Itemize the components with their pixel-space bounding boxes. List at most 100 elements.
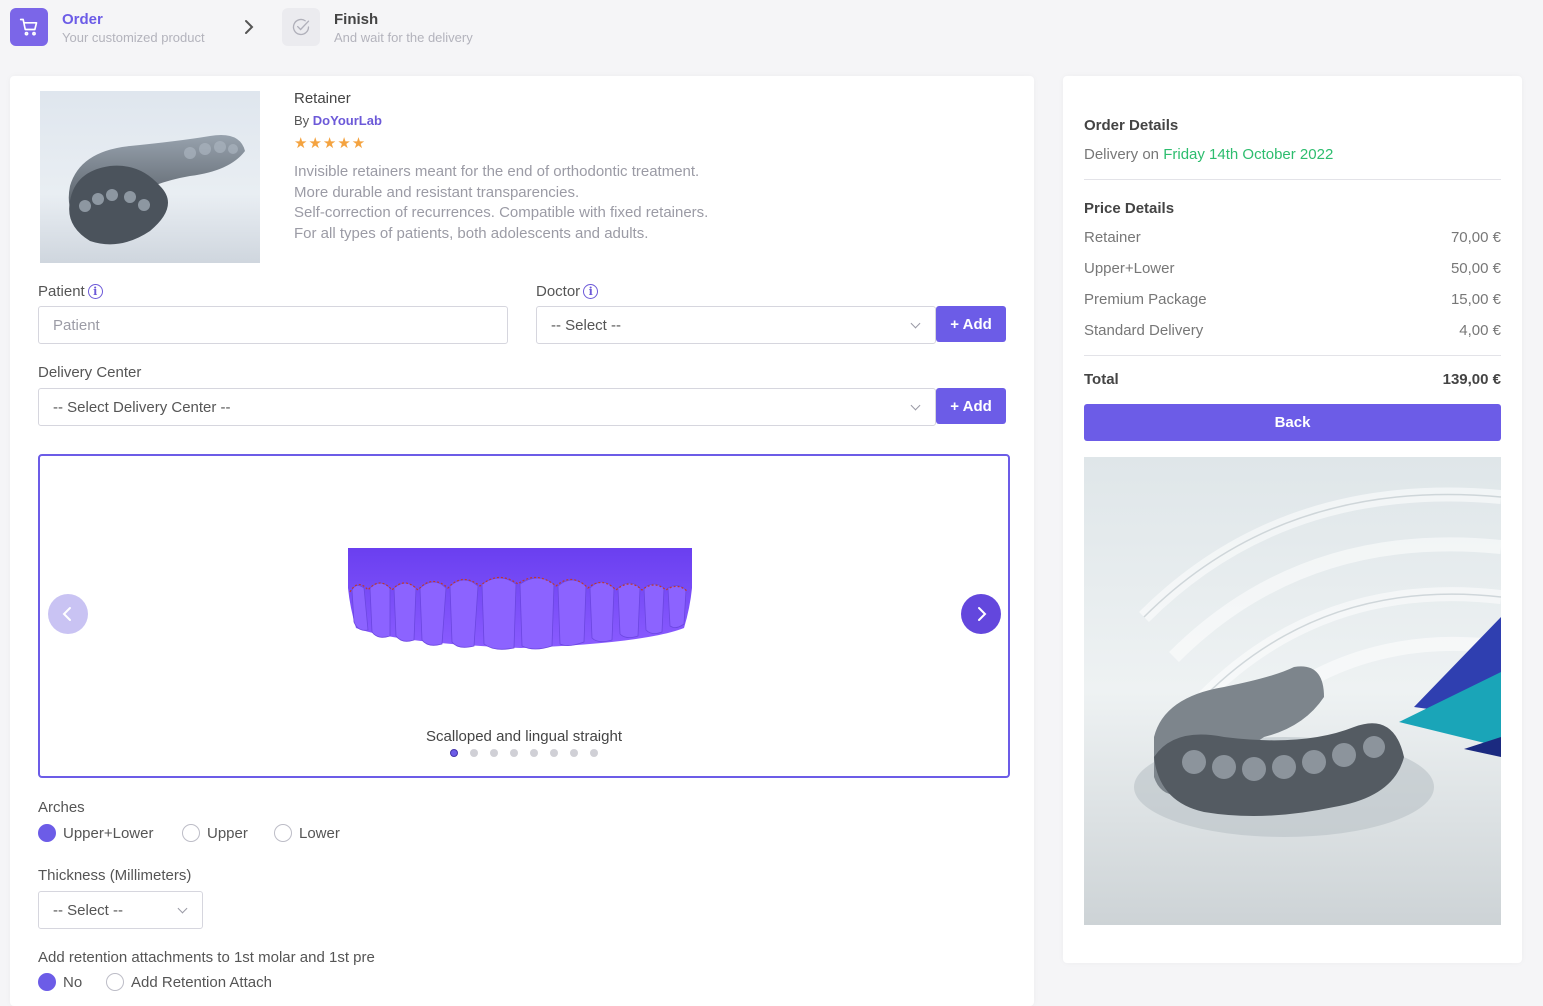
delivery-center-label: Delivery Center	[38, 364, 142, 381]
info-icon[interactable]: i	[87, 284, 103, 299]
carousel-dot[interactable]	[590, 749, 598, 757]
patient-label-row: Patient i	[38, 283, 103, 300]
arches-option-upper[interactable]: Upper	[182, 824, 248, 842]
price-row-label: Retainer	[1084, 229, 1141, 246]
carousel-dot[interactable]	[550, 749, 558, 757]
arches-option-label: Lower	[299, 824, 340, 842]
chevron-down-icon	[177, 903, 188, 914]
retention-option-label: Add Retention Attach	[131, 973, 272, 991]
total-value: 139,00 €	[1442, 371, 1501, 388]
arches-label: Arches	[38, 799, 85, 816]
retention-label: Add retention attachments to 1st molar a…	[38, 949, 375, 966]
trim-style-carousel[interactable]: Scalloped and lingual straight	[38, 454, 1010, 778]
chevron-left-icon	[62, 607, 71, 621]
divider	[1084, 179, 1501, 180]
carousel-dot[interactable]	[570, 749, 578, 757]
chevron-right-icon	[978, 607, 987, 621]
chevron-down-icon	[910, 400, 921, 411]
chevron-right-icon	[245, 20, 254, 34]
price-details-title: Price Details	[1084, 200, 1175, 217]
delivery-center-select[interactable]: -- Select Delivery Center --	[38, 388, 936, 426]
delivery-center-value: -- Select Delivery Center --	[53, 398, 231, 416]
step-order[interactable]	[10, 8, 48, 46]
patient-input[interactable]: Patient	[38, 306, 508, 344]
thickness-label: Thickness (Millimeters)	[38, 867, 192, 884]
chevron-down-icon	[910, 318, 921, 329]
brand-link[interactable]: DoYourLab	[313, 113, 382, 128]
delivery-prefix: Delivery on	[1084, 146, 1160, 163]
divider	[1084, 355, 1501, 356]
price-row: Upper+Lower 50,00 €	[1084, 260, 1501, 277]
arches-option-upper-lower[interactable]: Upper+Lower	[38, 824, 153, 842]
step-order-subtitle: Your customized product	[62, 30, 205, 45]
step-order-title: Order	[62, 11, 103, 28]
step-finish-subtitle: And wait for the delivery	[334, 30, 473, 45]
price-row-value: 70,00 €	[1450, 229, 1501, 246]
radio-button[interactable]	[38, 973, 56, 991]
retention-option-no[interactable]: No	[38, 973, 82, 991]
check-circle-icon	[292, 18, 310, 36]
promo-image	[1084, 457, 1501, 925]
retention-option-label: No	[63, 973, 83, 991]
price-row-label: Upper+Lower	[1084, 260, 1175, 277]
delivery-date: Friday 14th October 2022	[1163, 146, 1334, 163]
carousel-dot[interactable]	[470, 749, 478, 757]
price-row-value: 50,00 €	[1450, 260, 1501, 277]
radio-button[interactable]	[106, 973, 124, 991]
carousel-next-button[interactable]	[961, 594, 1001, 634]
price-row-value: 15,00 €	[1450, 291, 1501, 308]
total-label: Total	[1084, 371, 1119, 388]
product-image	[40, 91, 260, 263]
price-row-label: Standard Delivery	[1084, 322, 1204, 339]
step-finish-title: Finish	[334, 11, 379, 28]
step-finish[interactable]	[282, 8, 320, 46]
total-row: Total 139,00 €	[1084, 371, 1501, 388]
radio-button[interactable]	[38, 824, 56, 842]
cart-icon	[19, 18, 38, 36]
price-row: Premium Package 15,00 €	[1084, 291, 1501, 308]
order-details-title: Order Details	[1084, 117, 1179, 134]
info-icon[interactable]: i	[583, 284, 599, 299]
desc-line: For all types of patients, both adolesce…	[294, 224, 649, 242]
price-row-label: Premium Package	[1084, 291, 1207, 308]
order-stepper: Order Your customized product Finish And…	[10, 8, 610, 48]
doctor-select-value: -- Select --	[551, 316, 622, 334]
arches-option-label: Upper+Lower	[63, 824, 154, 842]
retention-option-add[interactable]: Add Retention Attach	[106, 973, 272, 991]
order-summary-card: Order Details Delivery on Friday 14th Oc…	[1063, 76, 1522, 963]
thickness-select-value: -- Select --	[53, 901, 124, 919]
radio-button[interactable]	[274, 824, 292, 842]
add-doctor-button[interactable]: + Add	[936, 306, 1006, 342]
price-row-value: 4,00 €	[1459, 322, 1501, 339]
radio-button[interactable]	[182, 824, 200, 842]
desc-line: Self-correction of recurrences. Compatib…	[294, 204, 709, 221]
delivery-line: Delivery on Friday 14th October 2022	[1084, 146, 1333, 163]
carousel-dot[interactable]	[450, 749, 458, 757]
product-form-card: Retainer By DoYourLab ★★★★★ Invisible re…	[10, 76, 1034, 1006]
price-row: Standard Delivery 4,00 €	[1084, 322, 1501, 339]
back-button[interactable]: Back	[1084, 404, 1501, 441]
carousel-prev-button[interactable]	[48, 594, 88, 634]
carousel-dot[interactable]	[530, 749, 538, 757]
carousel-dot[interactable]	[490, 749, 498, 757]
arches-option-label: Upper	[207, 824, 248, 842]
patient-label: Patient	[38, 283, 85, 300]
rating-stars: ★★★★★	[294, 135, 367, 152]
by-label: By	[294, 113, 310, 128]
product-description: Invisible retainers meant for the end of…	[294, 162, 708, 244]
doctor-label: Doctor	[536, 283, 581, 300]
add-delivery-center-button[interactable]: + Add	[936, 388, 1006, 424]
arches-option-lower[interactable]: Lower	[274, 824, 340, 842]
desc-line: More durable and resistant transparencie…	[294, 183, 580, 201]
price-row: Retainer 70,00 €	[1084, 229, 1501, 246]
aligner-model-image	[348, 548, 692, 650]
carousel-caption: Scalloped and lingual straight	[426, 728, 622, 745]
doctor-label-row: Doctor i	[536, 283, 599, 300]
desc-line: Invisible retainers meant for the end of…	[294, 163, 700, 180]
carousel-dot[interactable]	[510, 749, 518, 757]
carousel-dots	[40, 749, 1008, 757]
product-brand-line: By DoYourLab	[294, 113, 382, 128]
product-name: Retainer	[294, 90, 351, 107]
thickness-select[interactable]: -- Select --	[38, 891, 203, 929]
doctor-select[interactable]: -- Select --	[536, 306, 936, 344]
